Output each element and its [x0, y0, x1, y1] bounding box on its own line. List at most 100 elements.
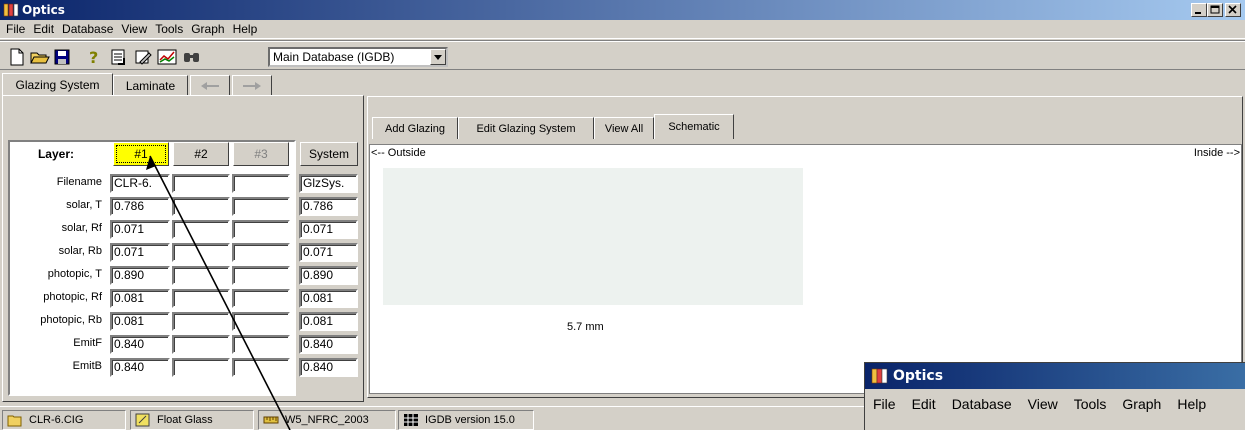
status-glass-label: Float Glass: [157, 414, 213, 426]
menu-bar: File Edit Database View Tools Graph Help: [0, 20, 1245, 39]
layer1-emitf-cell[interactable]: 0.840: [110, 335, 170, 354]
tab-edit-glazing-system[interactable]: Edit Glazing System: [458, 117, 594, 139]
layer2-solar-rf-cell[interactable]: [172, 220, 230, 239]
layer2-photopic-t-cell[interactable]: [172, 266, 230, 285]
system-photopic-rb-cell: 0.081: [299, 312, 358, 331]
dropdown-arrow-icon[interactable]: [430, 49, 446, 65]
layer3-photopic-t-cell[interactable]: [232, 266, 290, 285]
arrow-right-icon: [243, 81, 261, 90]
row-label-photopic-t: photopic, T: [47, 268, 102, 280]
status-igdb-label: IGDB version 15.0: [425, 414, 515, 426]
maximize-button[interactable]: [1207, 3, 1223, 17]
svg-text:?: ?: [89, 48, 98, 66]
menu-file[interactable]: File: [4, 22, 31, 36]
minimize-button[interactable]: [1191, 3, 1207, 17]
find-icon: [184, 52, 199, 62]
layer2-emitf-cell[interactable]: [172, 335, 230, 354]
close-icon: [1228, 5, 1237, 14]
menu2-view[interactable]: View: [1028, 396, 1058, 412]
layer3-solar-rf-cell[interactable]: [232, 220, 290, 239]
maximize-icon: [1210, 5, 1220, 14]
menu2-tools[interactable]: Tools: [1074, 396, 1107, 412]
find-button[interactable]: [181, 46, 203, 67]
layer1-solar-rf-cell[interactable]: 0.071: [110, 220, 170, 239]
tab-glazing-system[interactable]: Glazing System: [2, 73, 113, 95]
menu-view[interactable]: View: [119, 22, 153, 36]
row-label-solar-rb: solar, Rb: [58, 245, 102, 257]
layer2-solar-t-cell[interactable]: [172, 197, 230, 216]
database-select[interactable]: Main Database (IGDB): [268, 47, 448, 67]
report-button[interactable]: [108, 46, 130, 67]
second-window-title-bar[interactable]: Optics: [865, 363, 1245, 389]
layer-header: Layer:: [37, 147, 74, 161]
layer1-photopic-rf-cell[interactable]: 0.081: [110, 289, 170, 308]
inside-label: Inside -->: [1193, 147, 1240, 159]
layer2-filename-cell[interactable]: [172, 174, 230, 193]
menu2-help[interactable]: Help: [1177, 396, 1206, 412]
optics-app-icon: [871, 368, 889, 384]
layer1-solar-rb-cell[interactable]: 0.071: [110, 243, 170, 262]
close-button[interactable]: [1225, 3, 1241, 17]
tab-schematic[interactable]: Schematic: [654, 114, 734, 139]
tab-laminate[interactable]: Laminate: [113, 75, 188, 95]
layer3-photopic-rb-cell[interactable]: [232, 312, 290, 331]
save-button[interactable]: [51, 46, 73, 67]
toolbar: ? Main Database (IGDB): [0, 40, 1245, 70]
layer2-photopic-rb-cell[interactable]: [172, 312, 230, 331]
edit-icon: [135, 50, 152, 65]
new-file-icon: [10, 48, 24, 65]
layer1-photopic-t-cell[interactable]: 0.890: [110, 266, 170, 285]
status-igdb: IGDB version 15.0: [398, 410, 534, 430]
layer2-emitb-cell[interactable]: [172, 358, 230, 377]
optics-app-icon: [3, 3, 19, 17]
new-file-button[interactable]: [6, 46, 28, 67]
save-icon: [54, 49, 70, 64]
layer-1-button[interactable]: #1: [113, 142, 169, 166]
chart-button[interactable]: [156, 46, 178, 67]
layer-3-button[interactable]: #3: [233, 142, 289, 166]
layer1-photopic-rb-cell[interactable]: 0.081: [110, 312, 170, 331]
layer3-solar-rb-cell[interactable]: [232, 243, 290, 262]
system-filename-cell: GlzSys.: [299, 174, 358, 193]
layer3-filename-cell[interactable]: [232, 174, 290, 193]
second-window-menu-bar: File Edit Database View Tools Graph Help: [865, 389, 1245, 419]
menu-tools[interactable]: Tools: [153, 22, 189, 36]
open-button[interactable]: [29, 46, 51, 67]
chart-icon: [157, 49, 177, 64]
menu-edit[interactable]: Edit: [31, 22, 60, 36]
outside-label: <-- Outside: [371, 147, 426, 159]
layer3-emitb-cell[interactable]: [232, 358, 290, 377]
system-button[interactable]: System: [300, 142, 358, 166]
tab-view-all[interactable]: View All: [594, 117, 654, 139]
status-standard-label: W5_NFRC_2003: [285, 414, 369, 426]
layer1-filename-cell[interactable]: CLR-6.: [110, 174, 170, 193]
menu2-edit[interactable]: Edit: [912, 396, 936, 412]
status-file-label: CLR-6.CIG: [29, 414, 84, 426]
edit-button[interactable]: [132, 46, 154, 67]
tab-add-glazing[interactable]: Add Glazing: [372, 117, 458, 139]
layer3-photopic-rf-cell[interactable]: [232, 289, 290, 308]
layer1-solar-t-cell[interactable]: 0.786: [110, 197, 170, 216]
tab-scroll-right[interactable]: [232, 75, 272, 95]
title-bar: Optics: [0, 0, 1245, 20]
layer2-solar-rb-cell[interactable]: [172, 243, 230, 262]
menu-graph[interactable]: Graph: [189, 22, 230, 36]
menu-database[interactable]: Database: [60, 22, 119, 36]
layer2-photopic-rf-cell[interactable]: [172, 289, 230, 308]
menu2-file[interactable]: File: [873, 396, 896, 412]
open-folder-icon: [30, 52, 50, 63]
minimize-icon: [1195, 12, 1201, 14]
menu2-graph[interactable]: Graph: [1122, 396, 1161, 412]
help-button[interactable]: ?: [83, 46, 105, 67]
layer1-emitb-cell[interactable]: 0.840: [110, 358, 170, 377]
layer3-emitf-cell[interactable]: [232, 335, 290, 354]
glass-layer-schematic: [383, 168, 803, 305]
layer3-solar-t-cell[interactable]: [232, 197, 290, 216]
layer-2-button[interactable]: #2: [173, 142, 229, 166]
menu-help[interactable]: Help: [231, 22, 264, 36]
second-optics-window[interactable]: Optics File Edit Database View Tools Gra…: [864, 362, 1245, 430]
tab-scroll-left[interactable]: [190, 75, 230, 95]
row-label-filename: Filename: [56, 176, 102, 188]
system-photopic-t-cell: 0.890: [299, 266, 358, 285]
menu2-database[interactable]: Database: [952, 396, 1012, 412]
